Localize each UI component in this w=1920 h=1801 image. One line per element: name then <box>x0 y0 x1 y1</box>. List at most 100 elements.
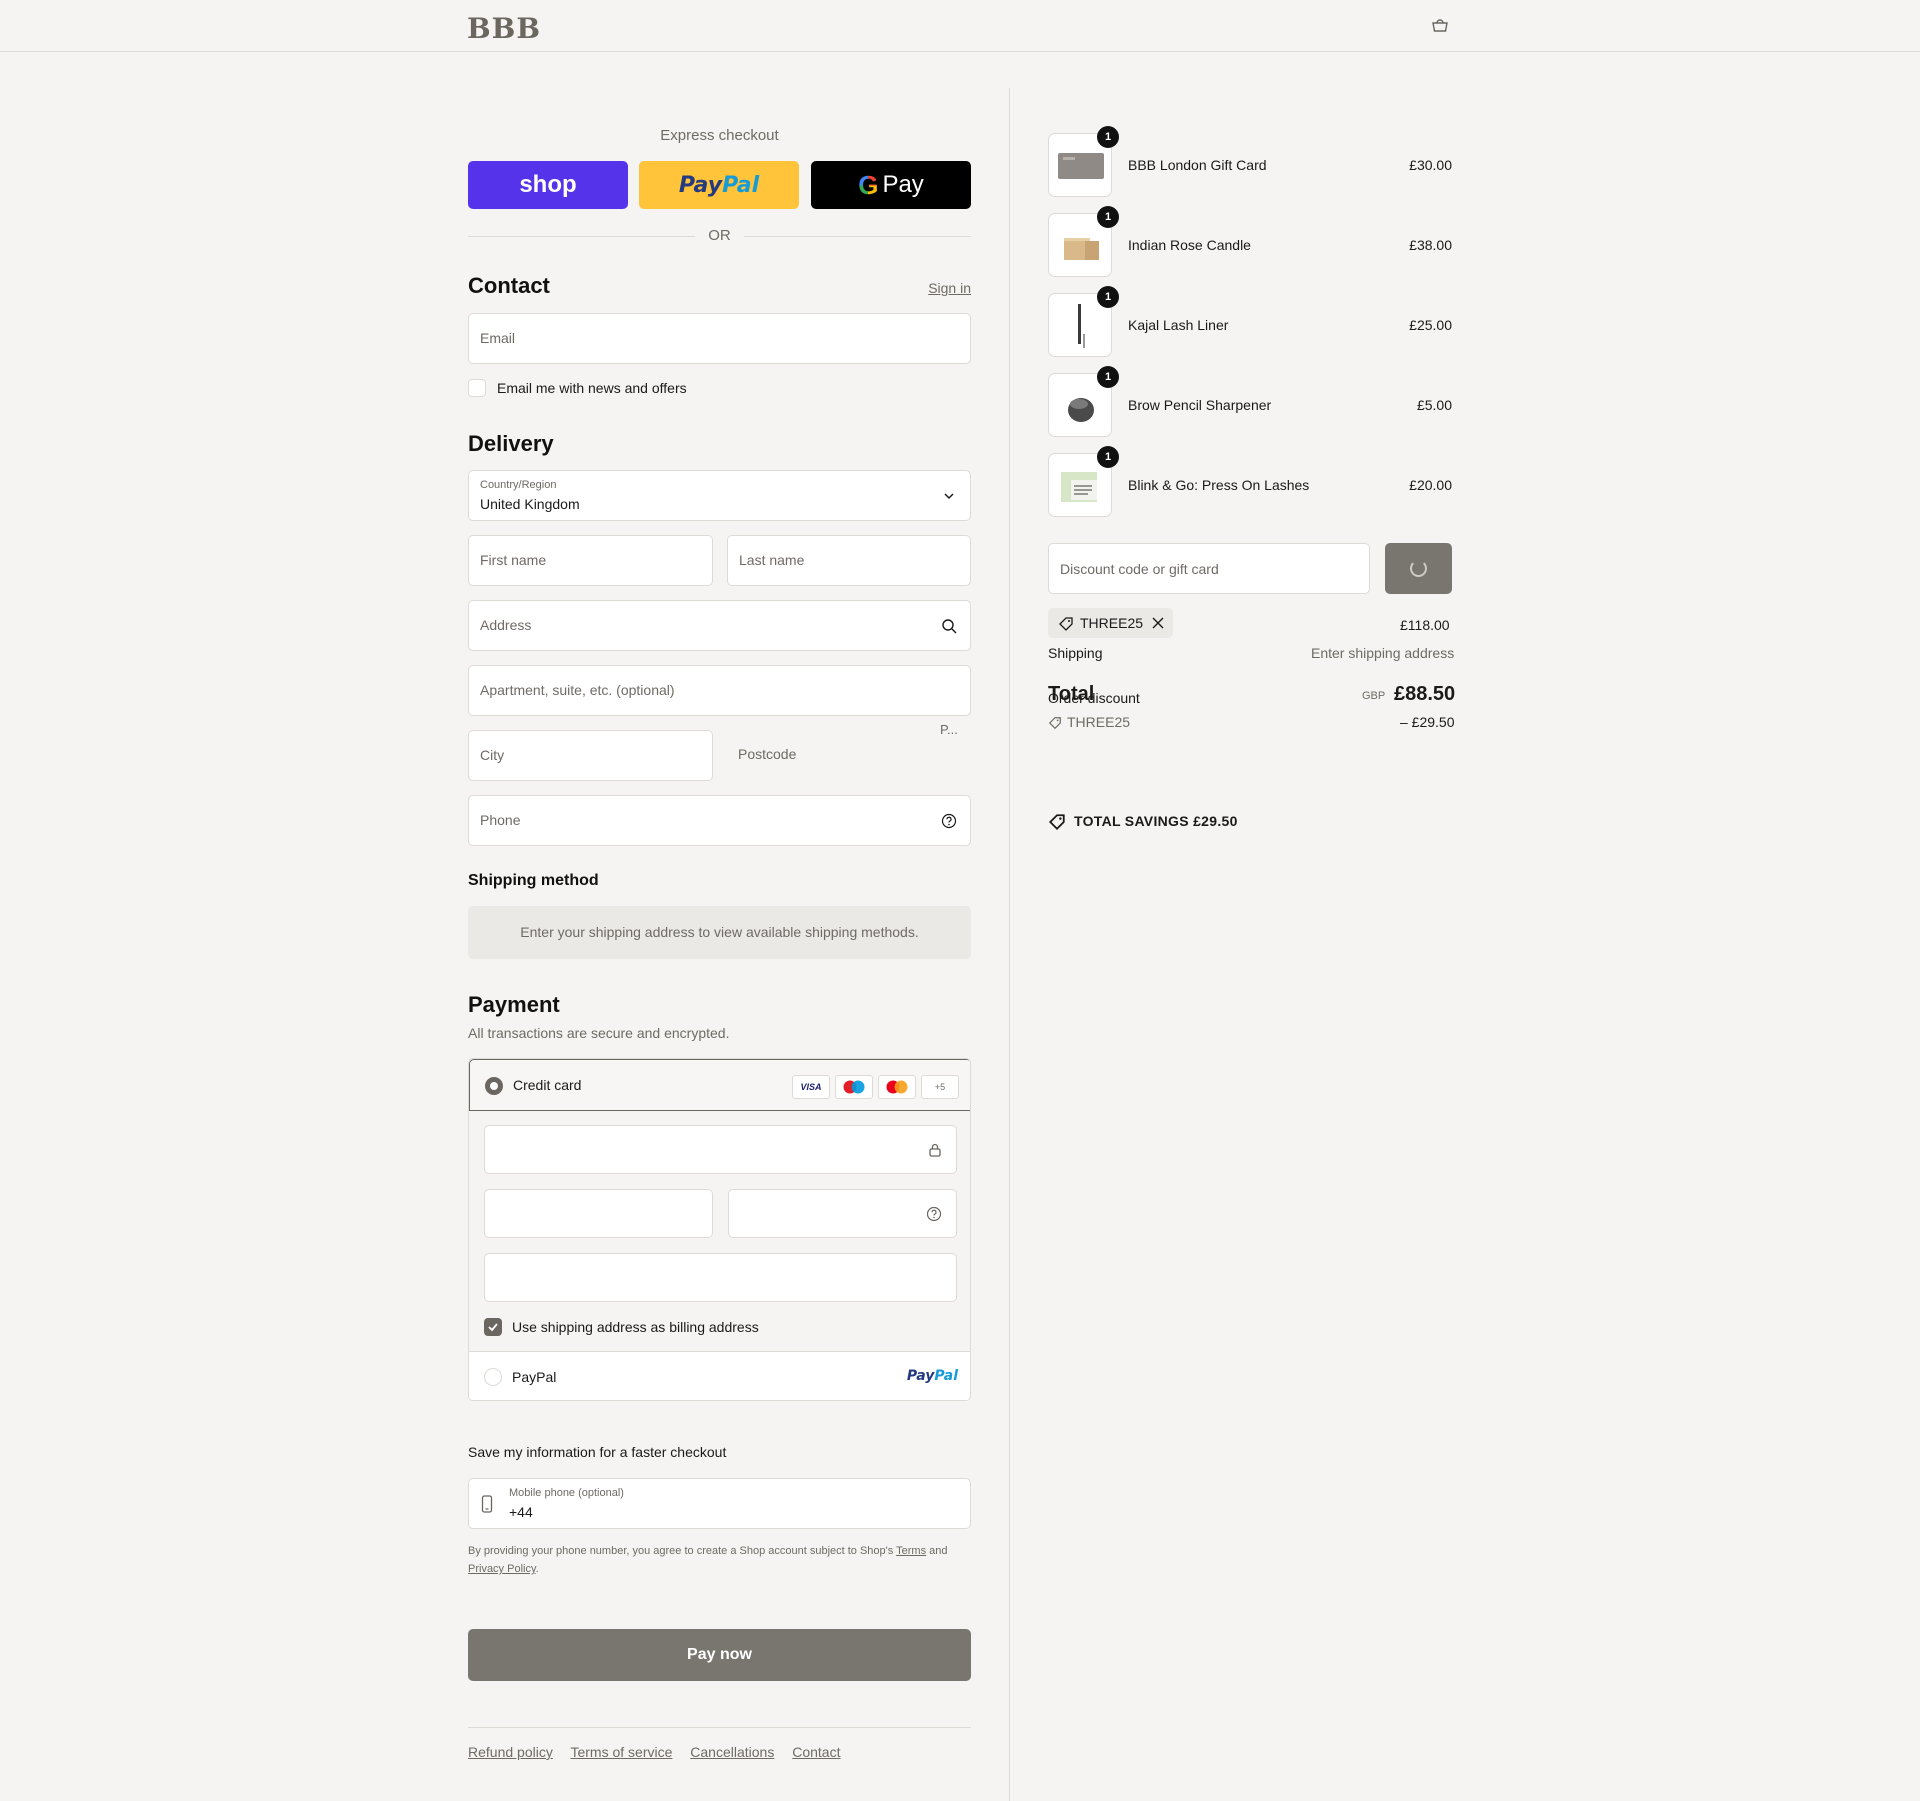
order-discount-code: THREE25 <box>1067 714 1131 730</box>
paypal-logo: PayPal <box>906 1368 958 1384</box>
shipping-label: Shipping <box>1048 645 1103 661</box>
remove-discount-icon[interactable] <box>1152 617 1164 629</box>
billing-address-checkbox[interactable] <box>484 1318 502 1336</box>
google-g-icon: G <box>858 169 879 200</box>
item-name: Indian Rose Candle <box>1128 237 1251 253</box>
visa-icon: VISA <box>792 1075 830 1099</box>
first-name-field[interactable]: First name <box>468 535 713 586</box>
google-pay-button[interactable]: G Pay <box>811 161 971 209</box>
order-item: 1 Kajal Lash Liner £25.00 <box>1048 286 1452 357</box>
paypal-label: PayPal <box>512 1369 557 1385</box>
address-placeholder: Address <box>480 617 532 633</box>
help-icon[interactable] <box>926 1206 942 1222</box>
item-name: Brow Pencil Sharpener <box>1128 397 1272 413</box>
phone-field[interactable]: Phone <box>468 795 971 846</box>
quantity-badge: 1 <box>1097 366 1119 388</box>
security-code-field[interactable] <box>728 1189 957 1238</box>
tag-icon <box>1059 617 1073 631</box>
total-label: Total <box>1048 683 1095 705</box>
city-placeholder: City <box>480 747 505 763</box>
apartment-placeholder: Apartment, suite, etc. (optional) <box>480 682 675 698</box>
item-price: £5.00 <box>1416 397 1452 413</box>
expiry-field[interactable] <box>484 1189 713 1238</box>
discount-chip: THREE25 <box>1048 608 1173 638</box>
paypal-radio[interactable] <box>484 1368 502 1386</box>
newsletter-checkbox[interactable] <box>468 379 486 397</box>
mobile-phone-field[interactable]: Mobile phone (optional) +44 <box>468 1478 971 1529</box>
mobile-phone-value: +44 <box>509 1504 533 1520</box>
shipping-method-title: Shipping method <box>468 872 599 889</box>
header: BBB <box>0 0 1920 52</box>
last-name-field[interactable]: Last name <box>727 535 971 586</box>
quantity-badge: 1 <box>1097 206 1119 228</box>
order-item: 1 Blink & Go: Press On Lashes £20.00 <box>1048 446 1452 517</box>
column-divider <box>1009 88 1010 1801</box>
credit-card-radio[interactable] <box>485 1077 503 1095</box>
savings-tag-icon <box>1048 814 1065 831</box>
mobile-phone-icon <box>481 1495 493 1513</box>
google-pay-label: Pay <box>882 171 924 198</box>
order-item: 1 Indian Rose Candle £38.00 <box>1048 206 1452 277</box>
pay-now-button[interactable]: Pay now <box>468 1629 971 1681</box>
address-field[interactable]: Address <box>468 600 971 651</box>
apply-discount-button[interactable] <box>1385 543 1452 594</box>
paypal-express-button[interactable]: PayPal <box>639 161 799 209</box>
refund-policy-link[interactable]: Refund policy <box>468 1744 553 1760</box>
item-name: Kajal Lash Liner <box>1128 317 1229 333</box>
email-placeholder: Email <box>480 330 516 346</box>
shop-legal-text: By providing your phone number, you agre… <box>468 1545 948 1575</box>
billing-address-label: Use shipping address as billing address <box>512 1319 759 1335</box>
mastercard-icon <box>878 1075 916 1099</box>
discount-code-input[interactable]: Discount code or gift card <box>1048 543 1370 594</box>
total-savings: TOTAL SAVINGS £29.50 <box>1074 813 1238 829</box>
delivery-title: Delivery <box>468 431 554 456</box>
country-select[interactable]: Country/Region United Kingdom <box>468 470 971 521</box>
last-name-placeholder: Last name <box>739 552 805 568</box>
contact-title: Contact <box>468 273 550 298</box>
shopping-bag-icon[interactable] <box>1430 17 1450 33</box>
shipping-value: Enter shipping address <box>1311 645 1455 661</box>
sign-in-link[interactable]: Sign in <box>900 280 971 296</box>
item-price: £20.00 <box>1409 477 1452 493</box>
cancellations-link[interactable]: Cancellations <box>690 1744 774 1760</box>
shop-pay-label: shop <box>519 171 577 198</box>
name-on-card-field[interactable] <box>484 1253 957 1302</box>
credit-card-label: Credit card <box>513 1077 582 1093</box>
shop-pay-button[interactable]: shop <box>468 161 628 209</box>
city-field[interactable]: City <box>468 730 713 781</box>
shipping-info-box: Enter your shipping address to view avai… <box>468 906 971 959</box>
subtotal-value: £118.00 <box>1400 617 1450 633</box>
discount-placeholder: Discount code or gift card <box>1060 561 1219 577</box>
check-icon <box>488 1323 498 1332</box>
more-cards-badge: +5 <box>921 1075 959 1099</box>
order-discount-value: – £29.50 <box>1400 714 1455 730</box>
item-name: Blink & Go: Press On Lashes <box>1128 477 1310 493</box>
card-number-field[interactable] <box>484 1125 957 1174</box>
footer-divider <box>468 1727 971 1728</box>
email-field[interactable]: Email <box>468 313 971 364</box>
item-price: £38.00 <box>1409 237 1452 253</box>
postcode-field[interactable]: Postcode <box>738 746 796 762</box>
paypal-option[interactable]: PayPal PayPal <box>469 1351 970 1400</box>
newsletter-label: Email me with news and offers <box>497 380 687 396</box>
contact-link[interactable]: Contact <box>792 1744 840 1760</box>
payment-methods: Credit card VISA +5 Use shipping address… <box>468 1058 971 1401</box>
or-divider: OR <box>468 226 971 246</box>
tag-icon <box>1048 717 1061 730</box>
credit-card-option[interactable]: Credit card VISA +5 <box>469 1059 970 1111</box>
help-icon[interactable] <box>941 813 957 829</box>
terms-link[interactable]: Terms <box>896 1545 926 1557</box>
postcode-overflow-label: P... <box>940 722 958 737</box>
phone-placeholder: Phone <box>480 812 521 828</box>
terms-of-service-link[interactable]: Terms of service <box>570 1744 672 1760</box>
credit-card-form: Use shipping address as billing address <box>469 1111 970 1351</box>
order-item: 1 Brow Pencil Sharpener £5.00 <box>1048 366 1452 437</box>
payment-title: Payment <box>468 992 560 1017</box>
item-price: £25.00 <box>1409 317 1452 333</box>
privacy-policy-link[interactable]: Privacy Policy <box>468 1563 536 1575</box>
item-price: £30.00 <box>1409 157 1452 173</box>
mobile-phone-label: Mobile phone (optional) <box>509 1487 624 1499</box>
currency-label: GBP <box>1362 690 1386 702</box>
apartment-field[interactable]: Apartment, suite, etc. (optional) <box>468 665 971 716</box>
brand-logo[interactable]: BBB <box>467 12 541 45</box>
